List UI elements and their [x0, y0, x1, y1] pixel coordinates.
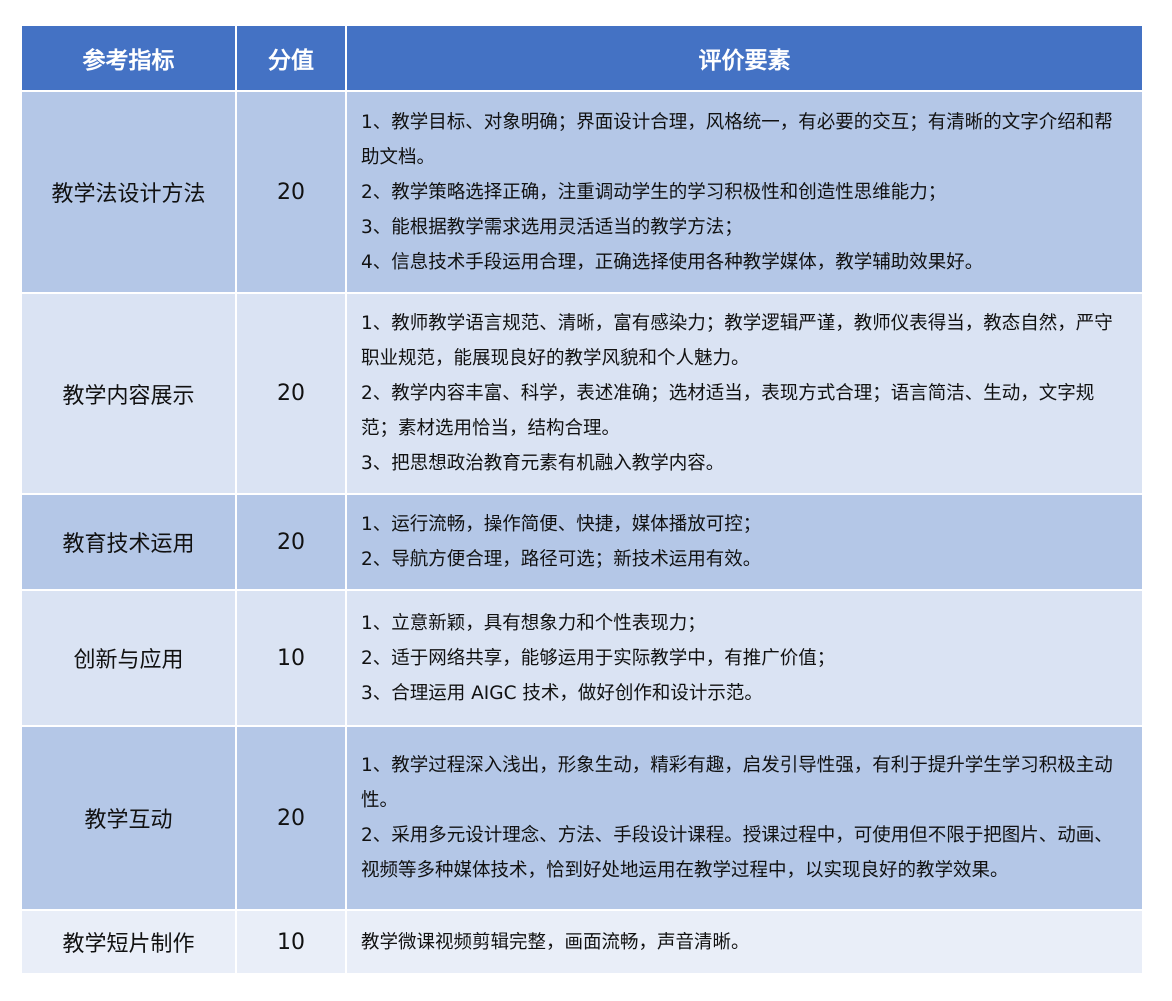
indicator-criteria: 1、运行流畅，操作简便、快捷，媒体播放可控； 2、导航方便合理，路径可选；新技术…: [346, 494, 1142, 591]
criteria-line: 3、合理运用 AIGC 技术，做好创作和设计示范。: [361, 682, 763, 704]
criteria-line: 2、教学内容丰富、科学，表述准确；选材适当，表现方式合理；语言简洁、生动，文字规…: [361, 383, 1095, 439]
evaluation-table: 参考指标 分值 评价要素 教学法设计方法 20 1、教学目标、对象明确；界面设计…: [22, 26, 1142, 975]
table-row: 创新与应用 10 1、立意新颖，具有想象力和个性表现力； 2、适于网络共享，能够…: [22, 590, 1142, 727]
indicator-name: 教学互动: [22, 726, 237, 911]
criteria-line: 2、采用多元设计理念、方法、手段设计课程。授课过程中，可使用但不限于把图片、动画…: [361, 825, 1113, 881]
header-indicator: 参考指标: [22, 26, 237, 92]
criteria-line: 2、教学策略选择正确，注重调动学生的学习积极性和创造性思维能力；: [361, 181, 947, 203]
criteria-line: 1、立意新颖，具有想象力和个性表现力；: [361, 612, 706, 634]
evaluation-table-wrapper: 参考指标 分值 评价要素 教学法设计方法 20 1、教学目标、对象明确；界面设计…: [22, 26, 1142, 975]
criteria-line: 3、能根据教学需求选用灵活适当的教学方法；: [361, 216, 743, 238]
indicator-score: 20: [236, 726, 347, 911]
table-row: 教学互动 20 1、教学过程深入浅出，形象生动，精彩有趣，启发引导性强，有利于提…: [22, 726, 1142, 911]
criteria-line: 1、教学过程深入浅出，形象生动，精彩有趣，启发引导性强，有利于提升学生学习积极主…: [361, 755, 1113, 811]
indicator-name: 教学法设计方法: [22, 91, 237, 294]
indicator-score: 20: [236, 494, 347, 591]
indicator-name: 教学内容展示: [22, 293, 237, 495]
indicator-name: 教学短片制作: [22, 910, 237, 975]
table-row: 教学法设计方法 20 1、教学目标、对象明确；界面设计合理，风格统一，有必要的交…: [22, 91, 1142, 294]
criteria-line: 3、把思想政治教育元素有机融入教学内容。: [361, 453, 725, 474]
indicator-score: 10: [236, 590, 347, 727]
indicator-criteria: 1、立意新颖，具有想象力和个性表现力； 2、适于网络共享，能够运用于实际教学中，…: [346, 590, 1142, 727]
table-header-row: 参考指标 分值 评价要素: [22, 26, 1142, 92]
table-row: 教育技术运用 20 1、运行流畅，操作简便、快捷，媒体播放可控； 2、导航方便合…: [22, 494, 1142, 591]
table-row: 教学内容展示 20 1、教师教学语言规范、清晰，富有感染力；教学逻辑严谨，教师仪…: [22, 293, 1142, 495]
indicator-score: 10: [236, 910, 347, 975]
indicator-score: 20: [236, 91, 347, 294]
indicator-score: 20: [236, 293, 347, 495]
criteria-line: 1、运行流畅，操作简便、快捷，媒体播放可控；: [361, 514, 762, 535]
criteria-line: 1、教师教学语言规范、清晰，富有感染力；教学逻辑严谨，教师仪表得当，教态自然，严…: [361, 313, 1113, 369]
indicator-name: 创新与应用: [22, 590, 237, 727]
header-criteria: 评价要素: [346, 26, 1142, 92]
criteria-line: 1、教学目标、对象明确；界面设计合理，风格统一，有必要的交互；有清晰的文字介绍和…: [361, 111, 1113, 168]
indicator-criteria: 1、教学过程深入浅出，形象生动，精彩有趣，启发引导性强，有利于提升学生学习积极主…: [346, 726, 1142, 911]
indicator-criteria: 1、教师教学语言规范、清晰，富有感染力；教学逻辑严谨，教师仪表得当，教态自然，严…: [346, 293, 1142, 495]
header-score: 分值: [236, 26, 347, 92]
criteria-line: 2、导航方便合理，路径可选；新技术运用有效。: [361, 549, 762, 570]
criteria-line: 教学微课视频剪辑完整，画面流畅，声音清晰。: [361, 931, 750, 953]
criteria-line: 2、适于网络共享，能够运用于实际教学中，有推广价值；: [361, 647, 836, 669]
indicator-name: 教育技术运用: [22, 494, 237, 591]
table-row: 教学短片制作 10 教学微课视频剪辑完整，画面流畅，声音清晰。: [22, 910, 1142, 975]
criteria-line: 4、信息技术手段运用合理，正确选择使用各种教学媒体，教学辅助效果好。: [361, 251, 984, 273]
indicator-criteria: 1、教学目标、对象明确；界面设计合理，风格统一，有必要的交互；有清晰的文字介绍和…: [346, 91, 1142, 294]
indicator-criteria: 教学微课视频剪辑完整，画面流畅，声音清晰。: [346, 910, 1142, 975]
